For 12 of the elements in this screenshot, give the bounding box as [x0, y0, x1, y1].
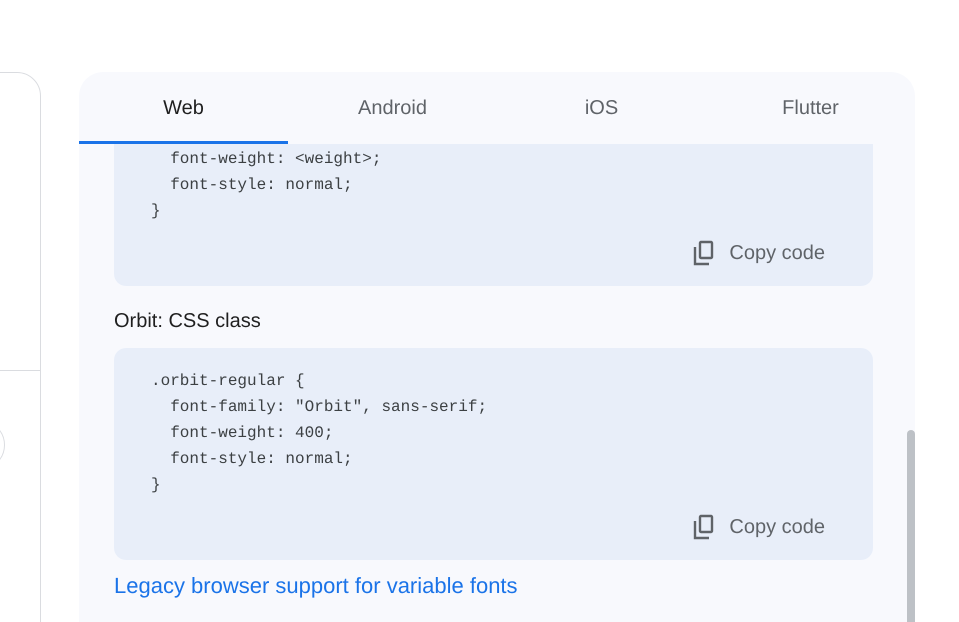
copy-icon [693, 514, 716, 540]
link[interactable]: Legacy browser support for variable fonts [114, 572, 873, 600]
tab[interactable]: iOS [497, 72, 706, 144]
tab[interactable]: Android [288, 72, 497, 144]
scrollbar-thumb[interactable] [907, 430, 915, 622]
section-heading: Orbit: CSS class [114, 309, 262, 334]
copy-code-button[interactable]: Copy code [693, 232, 825, 274]
copy-code-button[interactable]: Copy code [693, 506, 825, 548]
code-text: .orbit-regular { font-family: "Orbit", sans-serif; font-weight: 400; font-style: normal; } [151, 371, 488, 496]
code-text: font-weight: <weight>; font-style: normal; } [151, 149, 382, 222]
copy-icon [693, 240, 716, 266]
tab[interactable]: Flutter [706, 72, 915, 144]
